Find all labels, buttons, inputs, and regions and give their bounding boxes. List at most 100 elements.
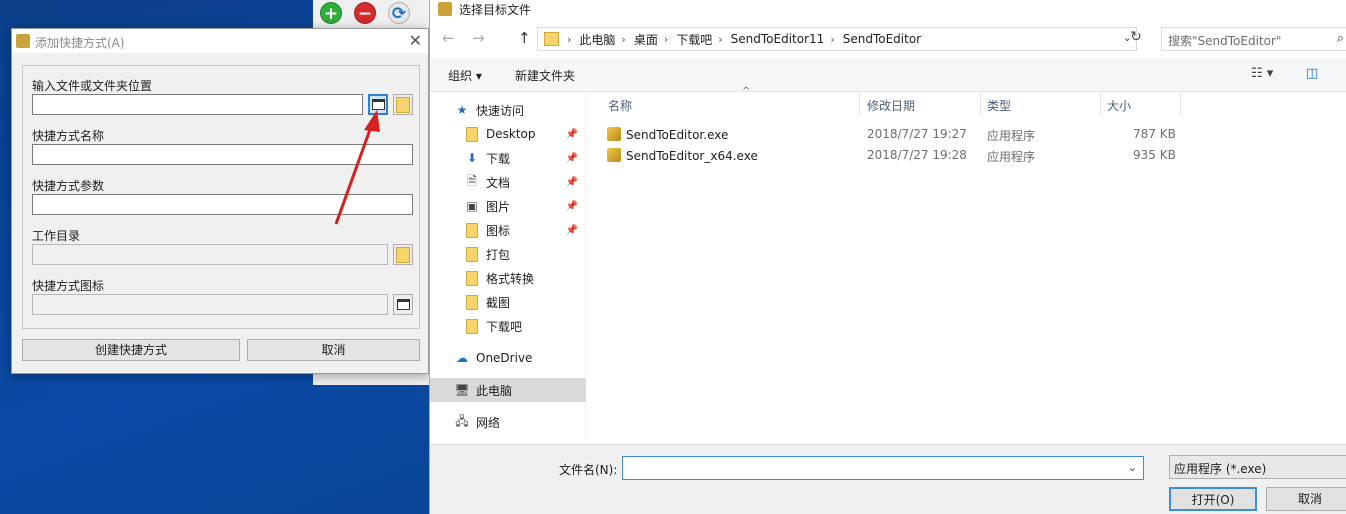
column-header-label: 名称 [608,99,633,113]
icon-browse-button[interactable] [393,294,413,315]
file-name: SendToEditor_x64.exe [607,148,758,163]
sidebar-item-label: 此电脑 [476,383,513,398]
sidebar-item[interactable]: 🗎 文档 📌 [430,170,586,194]
chevron-down-icon[interactable]: ⌄ [1128,461,1137,474]
file-modified: 2018/7/27 19:28 [867,148,967,162]
workdir-browse-button[interactable] [393,244,413,265]
cancel-button[interactable]: 取消 [247,339,420,361]
sidebar-item[interactable]: 下载吧 [430,314,586,338]
dialog-title: 添加快捷方式(A) [35,36,125,50]
sidebar-item[interactable]: ▣ 图片 📌 [430,194,586,218]
pin-icon[interactable]: 📌 [566,177,578,188]
refresh-icon[interactable]: ⟳ [388,2,410,24]
sidebar-item[interactable]: 截图 [430,290,586,314]
refresh-icon[interactable]: ↻ [1125,29,1147,51]
document-icon: 🗎 [467,173,477,188]
sidebar-item[interactable]: ☁ OneDrive [430,346,586,370]
folder-shape [466,294,478,310]
breadcrumb-separator: › [567,32,572,46]
breadcrumb-item[interactable]: 此电脑 [579,31,615,48]
icon-input[interactable] [32,294,388,315]
sidebar-item-label: 网络 [476,415,501,430]
search-placeholder: 搜索"SendToEditor" [1168,34,1282,48]
column-header-modified[interactable]: 修改日期 [861,92,981,116]
breadcrumb-item[interactable]: 下载吧 [676,31,712,48]
sidebar-item[interactable]: 格式转换 [430,266,586,290]
file-type: 应用程序 [987,150,1036,164]
file-size: 787 KB [1133,127,1176,141]
file-dialog-titlebar: 选择目标文件 [430,0,1346,20]
pin-icon[interactable]: 📌 [566,201,578,212]
file-name-text: SendToEditor_x64.exe [626,149,758,163]
search-icon[interactable]: ⌕ [1337,31,1344,46]
address-bar[interactable]: › 此电脑 › 桌面 › 下载吧 › SendToEditor11 › Send… [537,27,1137,51]
app-icon [438,2,452,16]
window-icon [371,99,385,110]
folder-shape [466,222,478,238]
breadcrumb-item[interactable]: 桌面 [634,31,658,48]
filename-input[interactable]: ⌄ [622,456,1144,480]
file-dialog-footer: 文件名(N): ⌄ 应用程序 (*.exe) 打开(O) 取消 [430,444,1346,514]
sidebar-item[interactable]: 打包 [430,242,586,266]
dialog-titlebar: 添加快捷方式(A) ✕ [12,29,428,53]
file-modified: 2018/7/27 19:27 [867,127,967,141]
window-icon [396,299,410,310]
folder-icon [396,246,410,263]
sidebar-item-label: 图标 [486,223,511,238]
navigation-pane: ★ 快速访问 Desktop 📌 ⬇ 下载 📌 🗎 文档 📌 ▣ 图片 📌 图标 📌 打包 格式转换 截图 下载吧 ☁… [430,92,586,442]
sidebar-item-label: 下载吧 [486,319,523,334]
pin-icon[interactable]: 📌 [566,225,578,236]
folder-icon [464,294,480,310]
preview-pane-icon[interactable]: ◫ [1306,66,1318,81]
pin-icon[interactable]: 📌 [566,153,578,164]
column-header-name[interactable]: 名称 ^ [602,86,860,116]
file-row[interactable]: SendToEditor.exe 2018/7/27 19:27 应用程序 787 K… [587,124,1346,145]
up-arrow-icon[interactable]: ↑ [518,29,531,47]
name-input[interactable] [32,144,413,165]
location-input[interactable] [32,94,363,115]
cancel-button[interactable]: 取消 [1266,487,1346,511]
sidebar-item[interactable]: 🖥 此电脑 [430,378,586,402]
column-header-type[interactable]: 类型 [981,92,1101,116]
star-icon: ★ [456,103,468,117]
add-icon[interactable]: + [320,2,342,24]
file-row[interactable]: SendToEditor_x64.exe 2018/7/27 19:28 应用程序 9… [587,145,1346,166]
exe-icon [607,148,621,162]
forward-arrow-icon[interactable]: → [472,29,485,47]
sidebar-item[interactable]: Desktop 📌 [430,122,586,146]
breadcrumb-item[interactable]: SendToEditor [843,32,921,46]
browse-folder-button[interactable] [393,94,413,115]
sidebar-item[interactable]: 🖧 网络 [430,410,586,434]
back-arrow-icon[interactable]: ← [442,29,455,47]
browse-file-button[interactable] [368,94,388,115]
create-shortcut-button[interactable]: 创建快捷方式 [22,339,240,361]
sidebar-item[interactable]: ⬇ 下载 📌 [430,146,586,170]
exe-icon [607,127,621,141]
view-options-icon[interactable]: ☷ ▾ [1251,66,1273,81]
workdir-input[interactable] [32,244,388,265]
folder-icon [464,270,480,286]
sidebar-item[interactable]: 图标 📌 [430,218,586,242]
background-toolbar: + − ⟳ [320,0,410,26]
search-input[interactable]: 搜索"SendToEditor" ⌕ [1161,27,1346,51]
sidebar-item-label: OneDrive [476,351,533,365]
open-button[interactable]: 打开(O) [1169,487,1257,511]
file-name-text: SendToEditor.exe [626,128,729,142]
organize-menu[interactable]: 组织 ▾ [448,67,482,84]
network-icon: 🖧 [455,413,469,428]
file-open-dialog: 选择目标文件 ← → ↑ › 此电脑 › 桌面 › 下载吧 › SendToEd… [429,0,1346,514]
picture-icon: ▣ [466,199,478,213]
sidebar-item[interactable]: ★ 快速访问 [430,98,586,122]
file-list: 名称 ^ 修改日期 类型 大小 SendToEditor.exe 2018/7/2… [587,86,1346,442]
column-header-size[interactable]: 大小 [1101,92,1181,116]
breadcrumb-item[interactable]: SendToEditor11 [731,32,825,46]
close-icon[interactable]: ✕ [409,31,422,50]
remove-icon[interactable]: − [354,2,376,24]
params-input[interactable] [32,194,413,215]
folder-icon [544,32,559,46]
file-type: 应用程序 [987,129,1036,143]
file-type-filter[interactable]: 应用程序 (*.exe) [1169,455,1346,479]
pin-icon[interactable]: 📌 [566,129,578,140]
sidebar-item-label: Desktop [486,127,536,141]
new-folder-button[interactable]: 新建文件夹 [515,67,575,84]
